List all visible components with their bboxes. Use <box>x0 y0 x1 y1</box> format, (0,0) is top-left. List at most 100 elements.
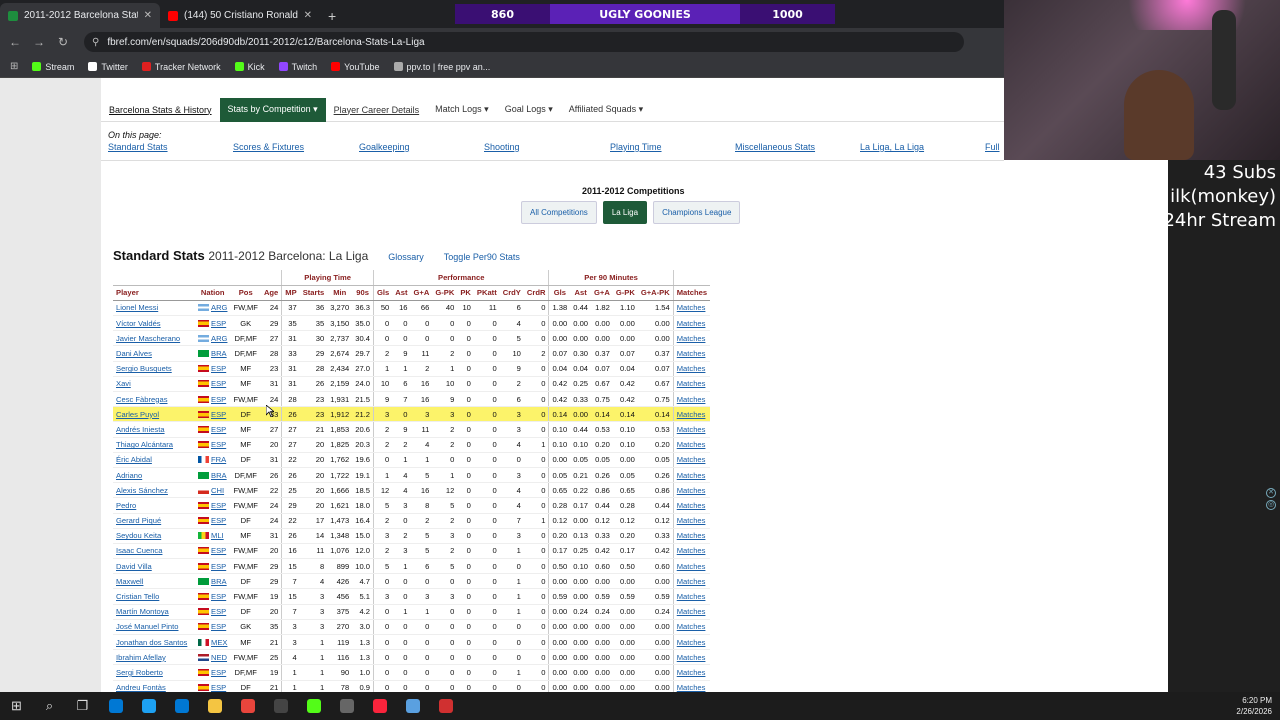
nation-cell[interactable]: ESP <box>195 680 231 692</box>
player-link[interactable]: Dani Alves <box>113 345 195 362</box>
bookmark-item[interactable]: Twitter <box>88 62 128 72</box>
matches-link[interactable]: Matches <box>672 467 711 484</box>
site-nav-item[interactable]: Goal Logs ▾ <box>497 98 561 122</box>
taskbar-app[interactable] <box>264 692 297 720</box>
nation-cell[interactable]: MEX <box>195 634 231 651</box>
player-link[interactable]: Thiago Alcántara <box>113 437 195 453</box>
player-link[interactable]: Lionel Messi <box>113 300 195 317</box>
taskbar-app[interactable] <box>363 692 396 720</box>
column-header[interactable]: G+A <box>410 285 433 301</box>
settings-circle-icon[interactable]: ◎ <box>1266 500 1276 510</box>
matches-link[interactable]: Matches <box>672 588 711 605</box>
nation-cell[interactable]: ESP <box>195 361 231 377</box>
taskbar-app[interactable] <box>99 692 132 720</box>
nation-cell[interactable]: ESP <box>195 315 231 332</box>
player-link[interactable]: Víctor Valdés <box>113 315 195 332</box>
nation-cell[interactable]: ESP <box>195 558 231 575</box>
browser-tab[interactable]: 2011-2012 Barcelona Stats, La L ✕ <box>0 3 160 28</box>
nation-cell[interactable]: ESP <box>195 391 231 408</box>
column-header[interactable]: Player <box>113 285 195 301</box>
matches-link[interactable]: Matches <box>672 406 711 423</box>
player-link[interactable]: Cristian Tello <box>113 588 195 605</box>
player-link[interactable]: Xavi <box>113 376 195 393</box>
column-header[interactable]: Age <box>260 285 282 301</box>
player-link[interactable]: Ibrahim Afellay <box>113 649 195 666</box>
matches-link[interactable]: Matches <box>672 421 711 438</box>
player-link[interactable]: Pedro <box>113 497 195 514</box>
bookmark-item[interactable]: YouTube <box>331 62 380 72</box>
nation-cell[interactable]: ESP <box>195 406 231 423</box>
player-link[interactable]: Cesc Fàbregas <box>113 391 195 408</box>
player-link[interactable]: Seydou Keita <box>113 528 195 544</box>
bookmark-item[interactable]: Twitch <box>278 62 317 72</box>
taskbar-app[interactable] <box>165 692 198 720</box>
matches-link[interactable]: Matches <box>672 437 711 453</box>
bookmark-item[interactable]: ppv.to | free ppv an... <box>393 62 490 72</box>
taskbar-app[interactable] <box>198 692 231 720</box>
site-nav-item[interactable]: Match Logs ▾ <box>427 98 497 122</box>
site-info-icon[interactable]: ⚲ <box>92 37 99 48</box>
matches-link[interactable]: Matches <box>672 361 711 377</box>
column-header[interactable]: Pos <box>230 285 261 301</box>
column-header[interactable]: MP <box>281 285 300 301</box>
matches-link[interactable]: Matches <box>672 376 711 393</box>
taskbar-app[interactable]: ⌕ <box>33 692 66 720</box>
matches-link[interactable]: Matches <box>672 680 711 692</box>
player-link[interactable]: Martín Montoya <box>113 604 195 620</box>
matches-link[interactable]: Matches <box>672 513 711 529</box>
player-link[interactable]: Gerard Piqué <box>113 513 195 529</box>
matches-link[interactable]: Matches <box>672 315 711 332</box>
nation-cell[interactable]: MLI <box>195 528 231 544</box>
url-field[interactable]: ⚲ fbref.com/en/squads/206d90db/2011-2012… <box>84 32 964 52</box>
column-header[interactable]: PKatt <box>473 285 500 301</box>
browser-tab[interactable]: (144) 50 Cristiano Ronaldo Skil ✕ <box>160 3 320 28</box>
nation-cell[interactable]: ESP <box>195 437 231 453</box>
on-this-page-link[interactable]: Miscellaneous Stats <box>735 142 815 152</box>
forward-icon[interactable]: → <box>32 35 46 49</box>
column-header[interactable]: Starts <box>299 285 328 301</box>
nation-cell[interactable]: ESP <box>195 376 231 393</box>
player-link[interactable]: Éric Abidal <box>113 452 195 468</box>
taskbar-app[interactable]: ❐ <box>66 692 99 720</box>
matches-link[interactable]: Matches <box>672 573 711 590</box>
nation-cell[interactable]: ESP <box>195 421 231 438</box>
close-circle-icon[interactable]: ✕ <box>1266 488 1276 498</box>
on-this-page-link[interactable]: Standard Stats <box>108 142 168 152</box>
taskbar-app[interactable] <box>429 692 462 720</box>
matches-link[interactable]: Matches <box>672 330 711 347</box>
bookmark-item[interactable]: Kick <box>234 62 265 72</box>
glossary-link[interactable]: Glossary <box>388 252 424 262</box>
apps-icon[interactable]: ⊞ <box>10 61 18 72</box>
matches-link[interactable]: Matches <box>672 482 711 499</box>
matches-link[interactable]: Matches <box>672 391 711 408</box>
matches-link[interactable]: Matches <box>672 528 711 544</box>
competition-button[interactable]: La Liga <box>602 201 648 224</box>
column-header[interactable]: Gls <box>548 285 571 301</box>
matches-link[interactable]: Matches <box>672 619 711 636</box>
matches-link[interactable]: Matches <box>672 543 711 560</box>
column-header[interactable]: G-PK <box>432 285 458 301</box>
player-link[interactable]: Adriano <box>113 467 195 484</box>
taskbar-app[interactable]: ⊞ <box>0 692 33 720</box>
toggle-per90-link[interactable]: Toggle Per90 Stats <box>444 252 520 262</box>
on-this-page-link[interactable]: Full <box>985 142 1000 152</box>
close-tab-icon[interactable]: ✕ <box>144 10 152 21</box>
column-header[interactable]: Ast <box>570 285 592 301</box>
site-nav-item[interactable]: Barcelona Stats & History <box>101 98 220 122</box>
player-link[interactable]: José Manuel Pinto <box>113 619 195 636</box>
matches-link[interactable]: Matches <box>672 664 711 681</box>
on-this-page-link[interactable]: Shooting <box>484 142 520 152</box>
column-header[interactable]: CrdY <box>499 285 524 301</box>
nation-cell[interactable]: ESP <box>195 619 231 636</box>
column-header[interactable]: G+A-PK <box>637 285 674 301</box>
player-link[interactable]: Andreu Fontàs <box>113 680 195 692</box>
column-header[interactable]: G-PK <box>612 285 638 301</box>
site-nav-item[interactable]: Affiliated Squads ▾ <box>561 98 651 122</box>
on-this-page-link[interactable]: La Liga, La Liga <box>860 142 924 152</box>
player-link[interactable]: Andrés Iniesta <box>113 421 195 438</box>
matches-link[interactable]: Matches <box>672 649 711 666</box>
player-link[interactable]: Maxwell <box>113 573 195 590</box>
player-link[interactable]: Jonathan dos Santos <box>113 634 195 651</box>
site-nav-item[interactable]: Player Career Details <box>326 98 428 122</box>
player-link[interactable]: Carles Puyol <box>113 406 195 423</box>
